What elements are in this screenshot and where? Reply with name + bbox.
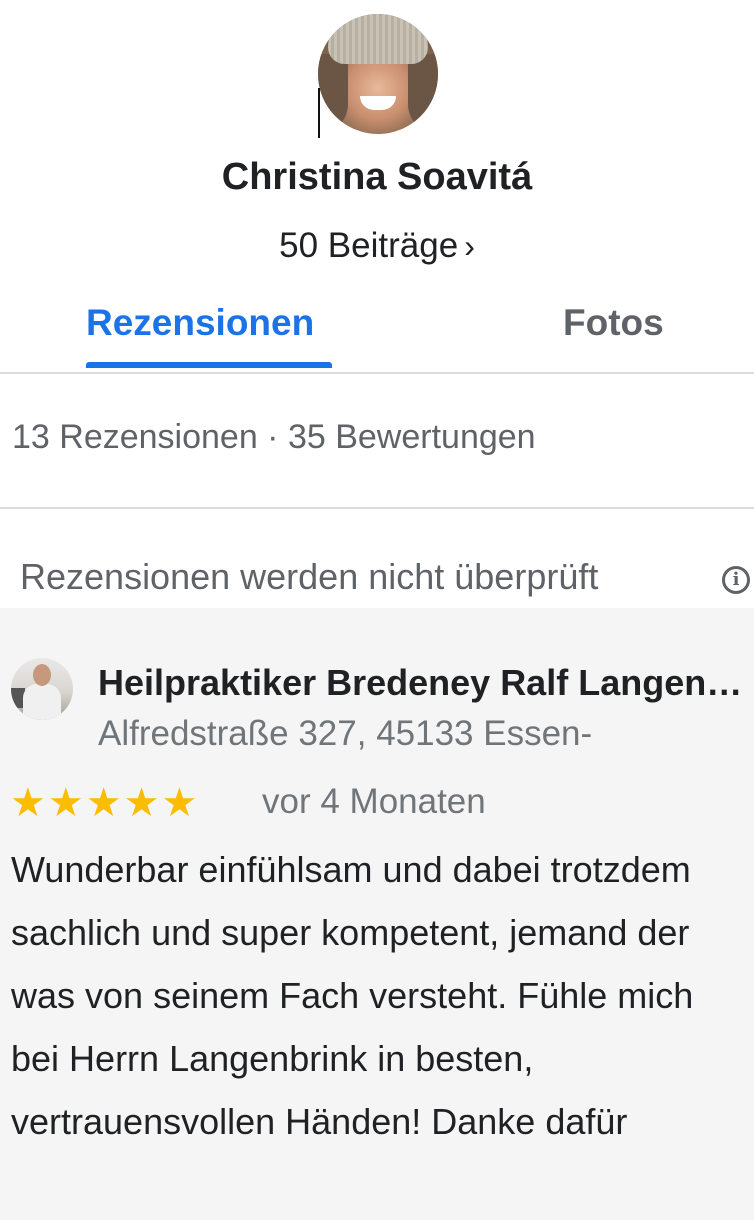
reviews-not-verified-notice: Rezensionen werden nicht überprüft	[20, 556, 599, 597]
avatar-hat	[328, 14, 428, 64]
place-name[interactable]: Heilpraktiker Bredeney Ralf Langenbrink	[98, 662, 744, 704]
place-address: Alfredstraße 327, 45133 Essen-	[98, 714, 593, 753]
profile-avatar[interactable]	[318, 14, 438, 134]
review-time: vor 4 Monaten	[262, 782, 486, 821]
review-text: Wunderbar einfühlsam und dabei trotzdem …	[11, 849, 694, 1142]
review-counts: 13 Rezensionen · 35 Bewertungen	[12, 418, 536, 456]
avatar-hair-right	[408, 54, 438, 134]
avatar-smile	[360, 96, 396, 110]
contributor-profile-page: Christina Soavitá 50 Beiträge › Rezension…	[0, 0, 754, 1220]
avatar-hair-left	[318, 54, 348, 134]
place-avatar-body	[23, 684, 61, 720]
section-divider	[0, 507, 754, 509]
contributions-label: 50 Beiträge	[279, 226, 459, 265]
profile-name: Christina Soavitá	[221, 156, 533, 198]
info-icon[interactable]: i	[722, 566, 750, 594]
text-cursor	[318, 88, 320, 138]
place-avatar[interactable]	[11, 658, 73, 720]
active-tab-indicator	[86, 362, 332, 368]
place-avatar-head	[33, 664, 51, 686]
profile-tabs: Rezensionen Fotos	[0, 296, 754, 374]
star-rating: ★★★★★	[10, 781, 200, 825]
chevron-right-icon: ›	[464, 228, 475, 264]
review-card: Heilpraktiker Bredeney Ralf Langenbrink …	[0, 608, 754, 1220]
tab-reviews[interactable]: Rezensionen	[86, 302, 314, 344]
tab-photos[interactable]: Fotos	[563, 302, 664, 344]
contributions-link[interactable]: 50 Beiträge ›	[0, 226, 754, 266]
